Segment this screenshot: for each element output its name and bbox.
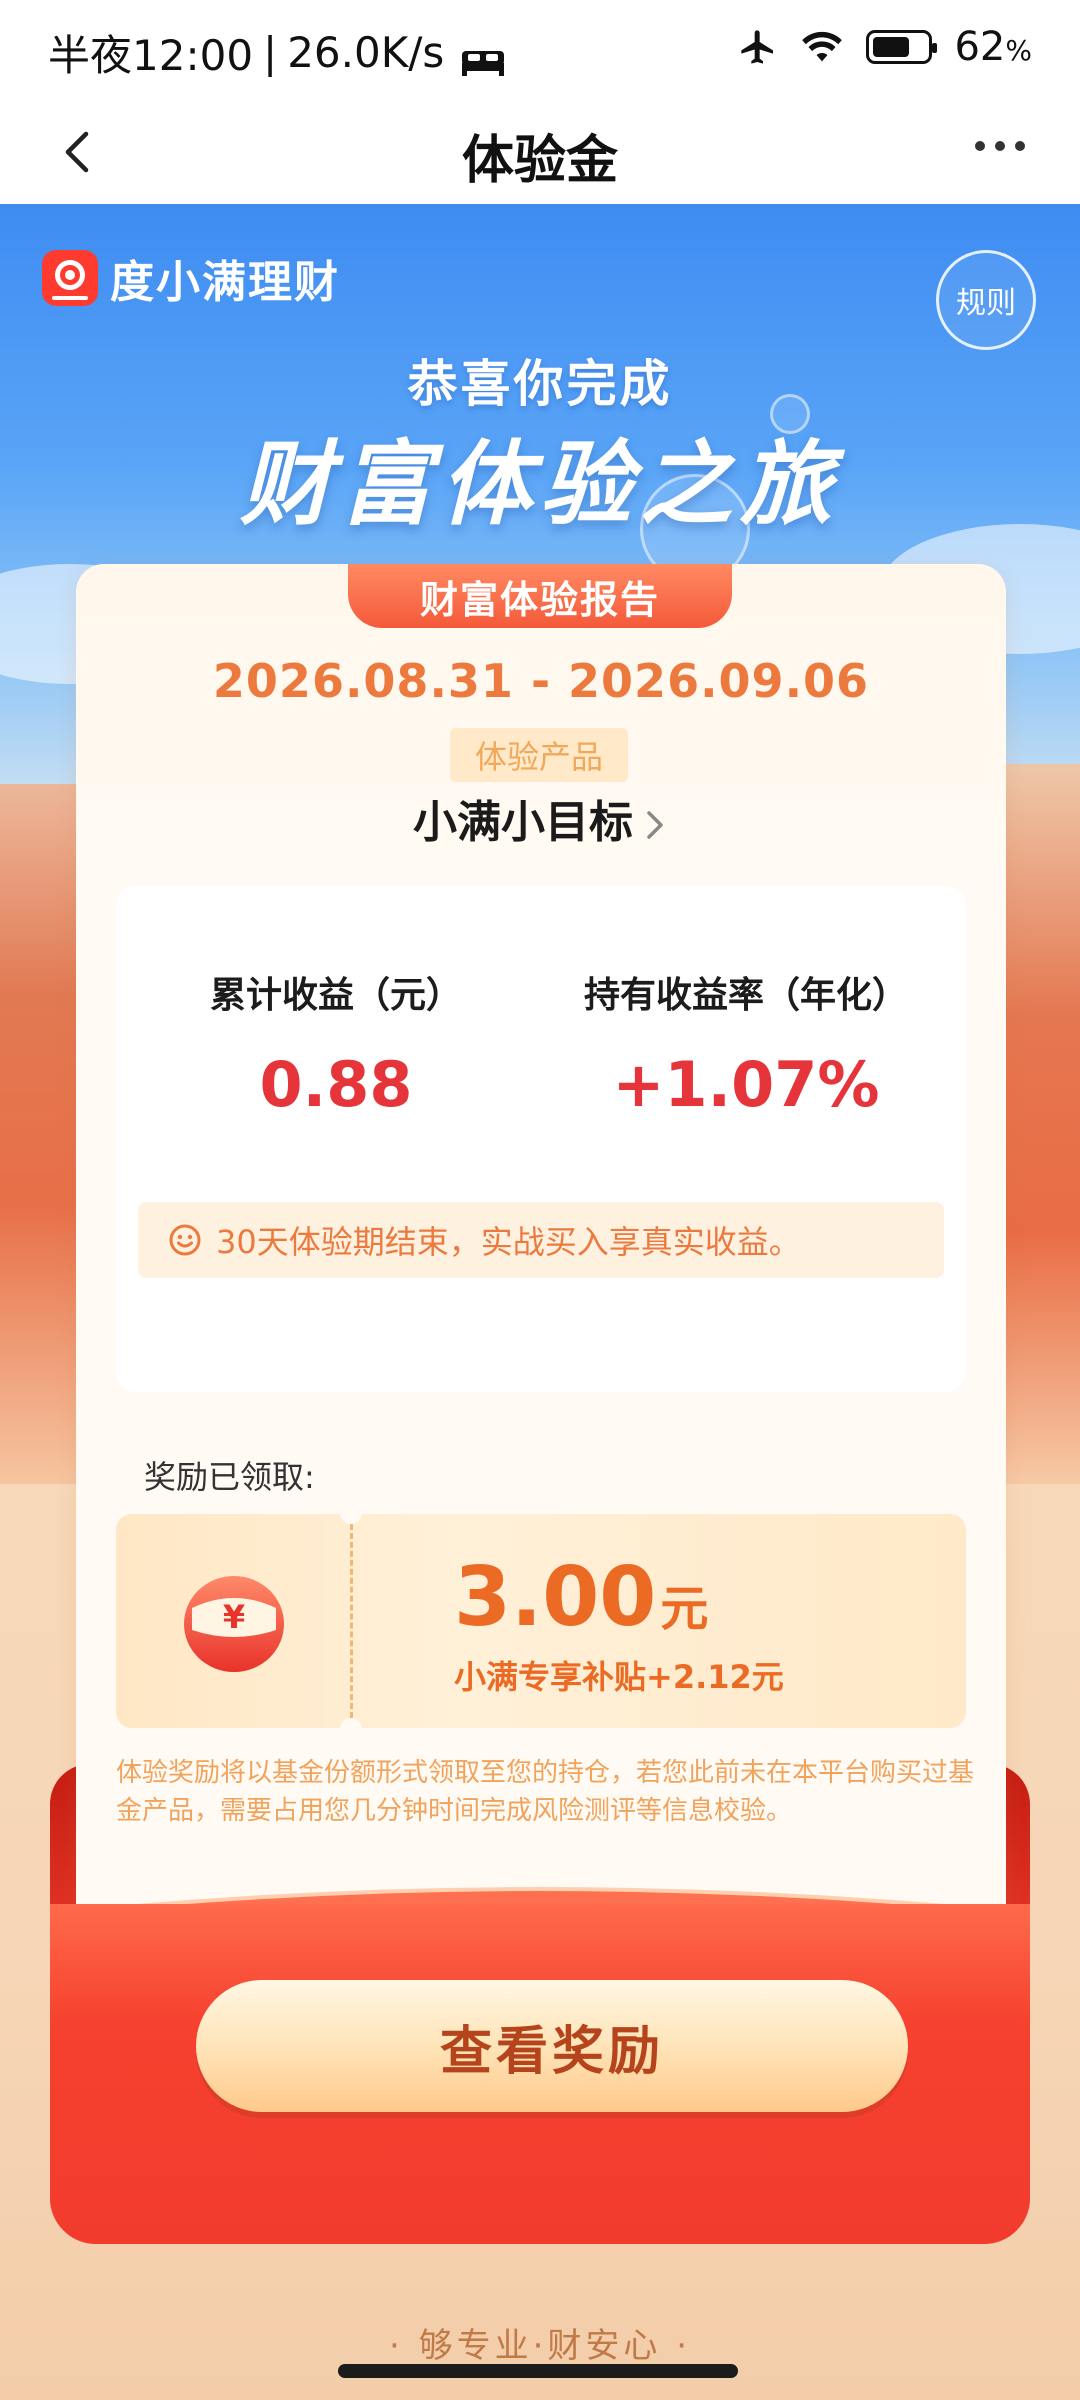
- nav-bar: 体验金: [0, 100, 1080, 204]
- more-dots-icon: [975, 141, 1025, 151]
- battery-icon: [866, 30, 938, 64]
- red-packet-icon: ¥: [184, 1576, 284, 1672]
- view-reward-button[interactable]: 查看奖励: [196, 1980, 908, 2112]
- more-button[interactable]: [970, 136, 1030, 156]
- reward-coupon: ¥ 3.00元 小满专享补贴+2.12元: [116, 1502, 966, 1740]
- headline: 财富体验之旅: [239, 431, 840, 538]
- status-time: 半夜12:00: [48, 31, 254, 80]
- building-decoration-left: [0, 784, 80, 1484]
- tip-text: 30天体验期结束，实战买入享真实收益。: [216, 1223, 801, 1261]
- coupon-notch: [340, 1502, 362, 1524]
- hero-section: 度小满理财 规则 恭喜你完成 财富体验之旅 财富体验报告 2026.08.31 …: [0, 204, 1080, 2400]
- status-left: 半夜12:00 | 26.0K/s: [48, 22, 506, 83]
- status-right: 62%: [738, 24, 1032, 70]
- network-speed: 26.0K/s: [287, 28, 445, 77]
- product-badge: 体验产品: [450, 728, 628, 782]
- status-divider: |: [263, 28, 278, 77]
- product-link[interactable]: 小满小目标: [76, 786, 1006, 850]
- stats-panel: 累计收益（元） 0.88 持有收益率（年化） +1.07% 30天体验期结束，实…: [116, 886, 966, 1392]
- brand-logo: 度小满理财: [42, 246, 340, 310]
- brand-logo-icon: [42, 250, 98, 306]
- subsidy-text: 小满专享补贴+2.12元: [454, 1658, 784, 1696]
- reward-amount: 3.00元: [454, 1550, 708, 1645]
- battery-percent: 62%: [954, 24, 1032, 70]
- yield-rate-label: 持有收益率（年化）: [583, 975, 908, 1016]
- yield-rate-stat: 持有收益率（年化） +1.07%: [526, 966, 966, 1121]
- congrats-text: 恭喜你完成: [407, 355, 673, 413]
- product-name: 小满小目标: [413, 797, 633, 848]
- reward-label: 奖励已领取:: [144, 1458, 315, 1496]
- tip-bar: 30天体验期结束，实战买入享真实收益。: [138, 1202, 944, 1278]
- chevron-right-icon: [647, 811, 663, 839]
- yield-rate-value: +1.07%: [612, 1048, 880, 1121]
- bed-icon: [460, 38, 506, 76]
- slogan: · 够专业·财安心 ·: [388, 2326, 692, 2366]
- rules-button[interactable]: 规则: [936, 250, 1036, 350]
- smile-icon: [169, 1224, 201, 1256]
- building-decoration-right: [1000, 764, 1080, 1484]
- reward-amount-value: 3.00: [454, 1550, 657, 1645]
- page-title: 体验金: [461, 131, 618, 191]
- cumulative-income-stat: 累计收益（元） 0.88: [116, 966, 556, 1121]
- svg-text:¥: ¥: [223, 1598, 245, 1636]
- report-tab-title: 财富体验报告: [348, 564, 732, 628]
- home-indicator[interactable]: [338, 2364, 738, 2378]
- wifi-icon: [800, 29, 844, 65]
- airplane-icon: [738, 27, 778, 67]
- status-bar: 半夜12:00 | 26.0K/s 62%: [0, 0, 1080, 100]
- cumulative-income-label: 累计收益（元）: [209, 975, 462, 1016]
- date-range: 2026.08.31 - 2026.09.06: [212, 654, 870, 708]
- red-envelope-front: 查看奖励: [50, 1764, 1030, 2244]
- reward-amount-unit: 元: [660, 1581, 709, 1637]
- coupon-notch: [340, 1718, 362, 1740]
- coupon-divider: [350, 1524, 353, 1718]
- brand-name: 度小满理财: [110, 257, 340, 308]
- cumulative-income-value: 0.88: [259, 1048, 413, 1121]
